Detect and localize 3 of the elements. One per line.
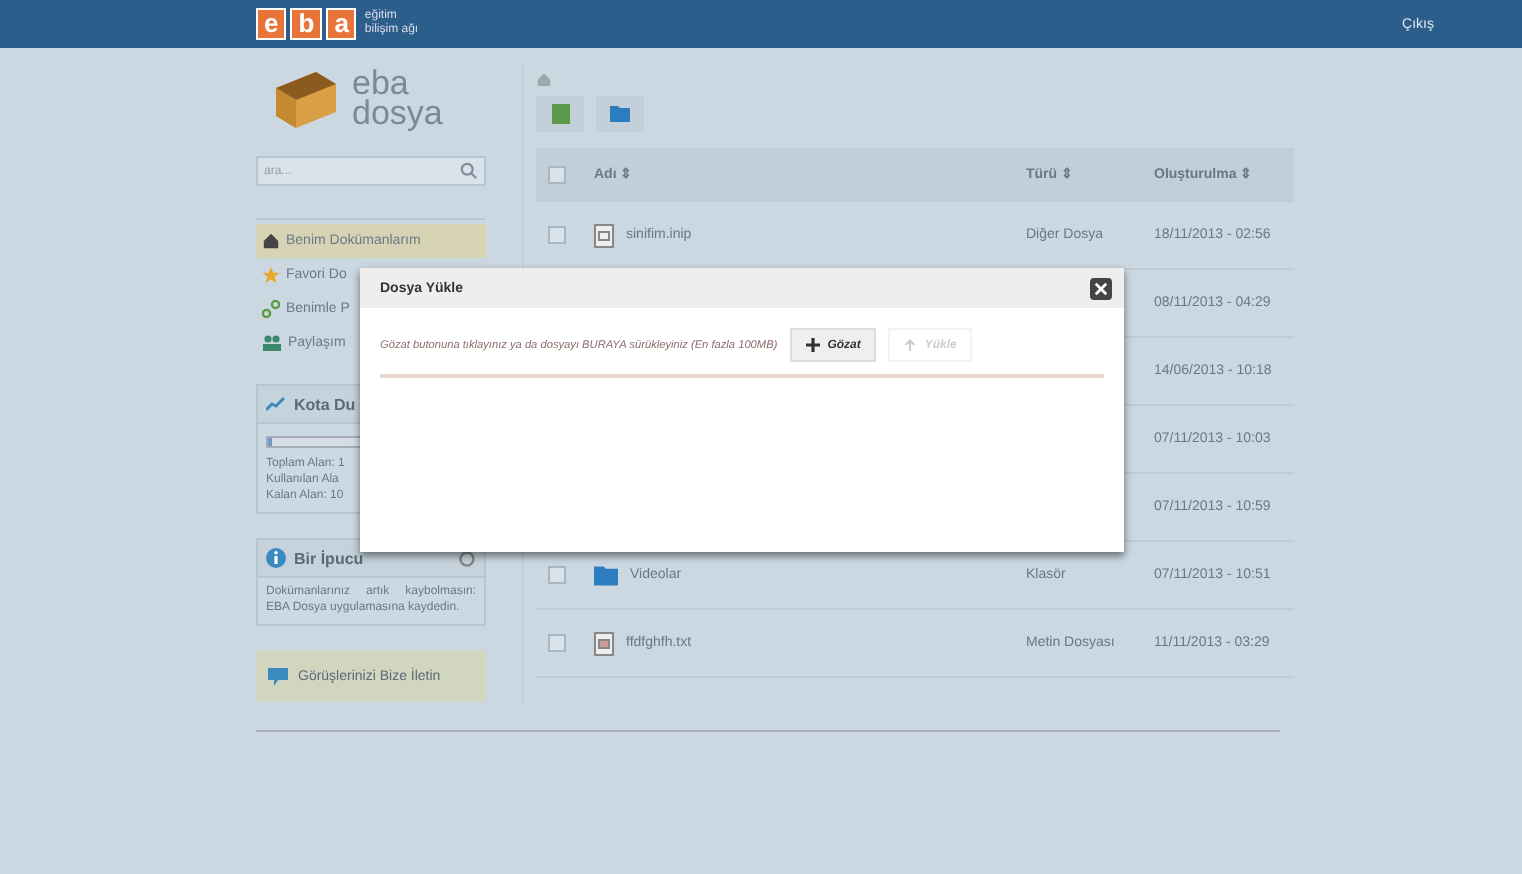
panel-title: Bir İpucu xyxy=(294,549,364,567)
panel-title: Kota Du xyxy=(294,395,356,413)
brand-name: eba dosya xyxy=(352,68,443,128)
